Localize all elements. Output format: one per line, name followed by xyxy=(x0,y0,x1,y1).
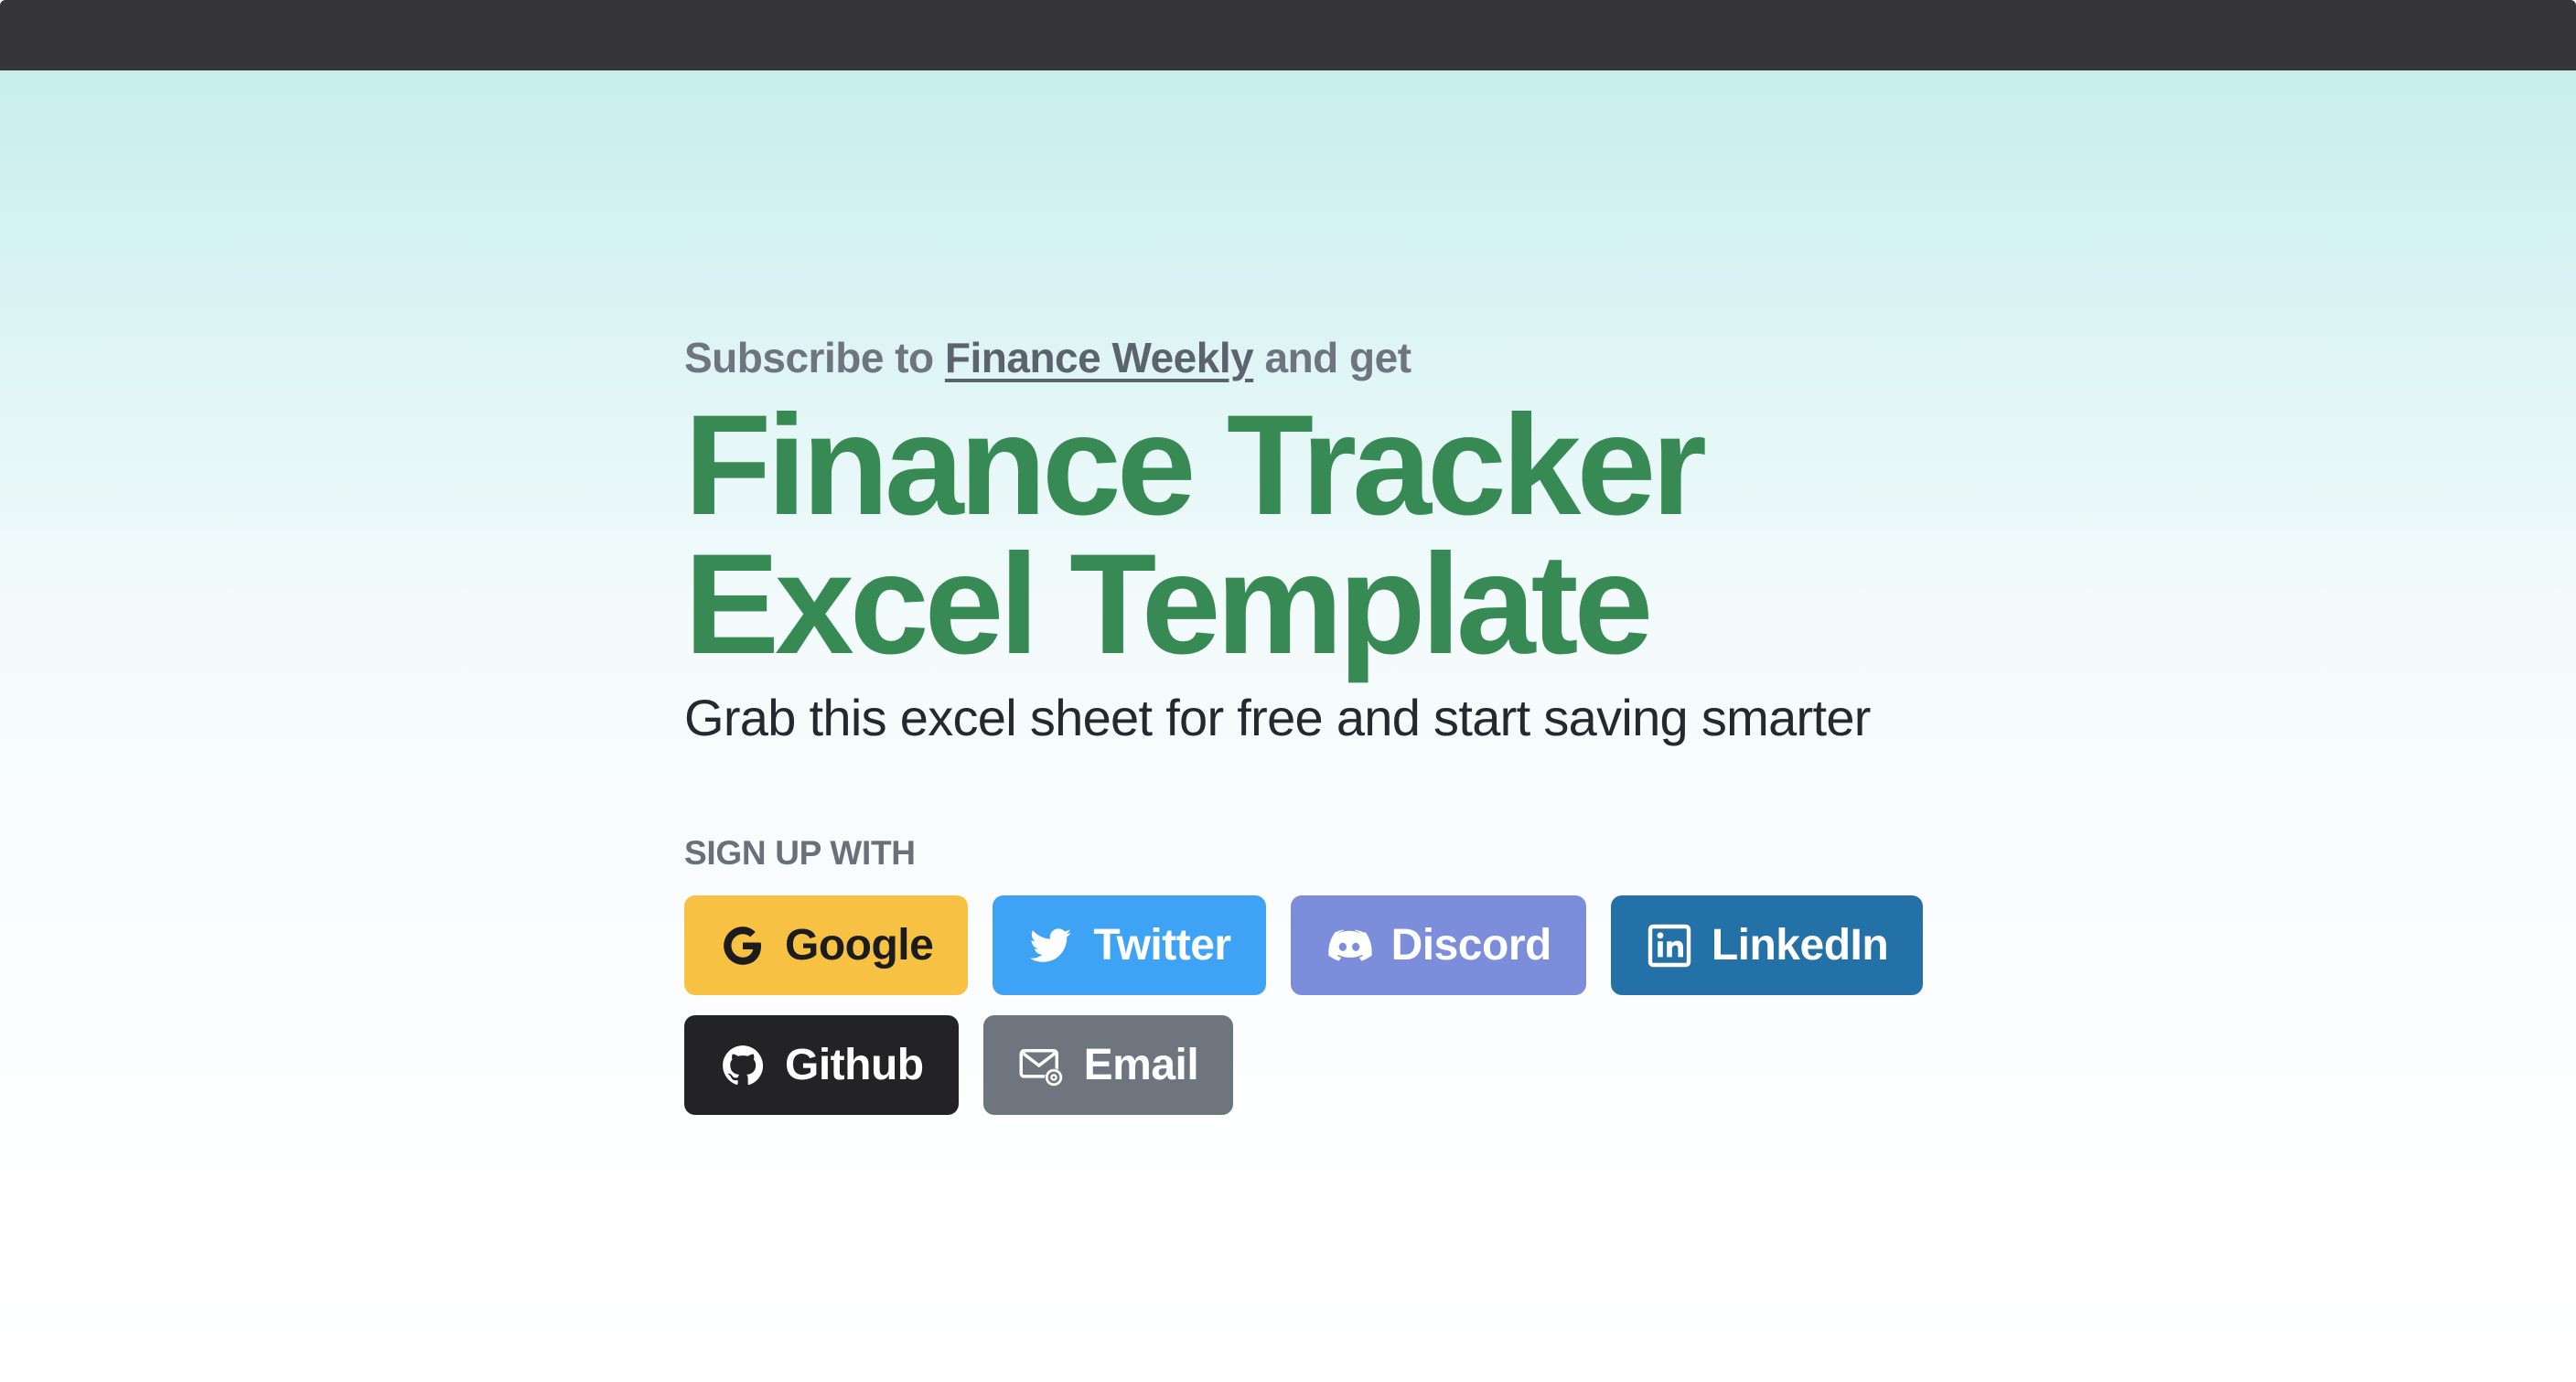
linkedin-sign-up-button[interactable]: LinkedIn xyxy=(1610,895,1924,995)
eyebrow-prefix: Subscribe to xyxy=(684,334,934,381)
github-icon xyxy=(719,1042,767,1089)
linkedin-button-label: LinkedIn xyxy=(1711,921,1889,970)
google-icon xyxy=(719,922,767,970)
app-window: Subscribe to Finance Weekly and get Fina… xyxy=(0,0,2576,1382)
hero-section: Subscribe to Finance Weekly and get Fina… xyxy=(0,70,2576,1382)
google-sign-up-button[interactable]: Google xyxy=(684,895,969,995)
subscribe-eyebrow: Subscribe to Finance Weekly and get xyxy=(684,328,1965,387)
twitter-button-label: Twitter xyxy=(1093,921,1231,970)
window-title-bar xyxy=(0,0,2576,70)
discord-icon xyxy=(1326,922,1373,970)
twitter-icon xyxy=(1027,922,1075,970)
sign-up-label: SIGN UP WITH xyxy=(684,834,916,872)
subheadline: Grab this excel sheet for free and start… xyxy=(684,689,1871,746)
email-icon xyxy=(1018,1042,1066,1089)
title-line-2: Excel Template xyxy=(684,525,1653,684)
github-sign-up-button[interactable]: Github xyxy=(684,1015,959,1115)
email-sign-up-button[interactable]: Email xyxy=(982,1015,1234,1115)
discord-button-label: Discord xyxy=(1390,921,1552,970)
eyebrow-suffix: and get xyxy=(1264,334,1411,381)
sign-up-buttons: Google Twitter Discord LinkedIn Github E… xyxy=(684,895,1965,1115)
page-title: Finance Tracker Excel Template xyxy=(684,394,1965,676)
linkedin-icon xyxy=(1646,922,1693,970)
finance-weekly-link[interactable]: Finance Weekly xyxy=(945,334,1254,381)
title-line-1: Finance Tracker xyxy=(684,386,1707,545)
github-button-label: Github xyxy=(785,1041,924,1089)
hero-content: Subscribe to Finance Weekly and get Fina… xyxy=(684,328,1965,1115)
twitter-sign-up-button[interactable]: Twitter xyxy=(993,895,1266,995)
discord-sign-up-button[interactable]: Discord xyxy=(1290,895,1586,995)
google-button-label: Google xyxy=(785,921,934,970)
email-button-label: Email xyxy=(1083,1041,1199,1089)
